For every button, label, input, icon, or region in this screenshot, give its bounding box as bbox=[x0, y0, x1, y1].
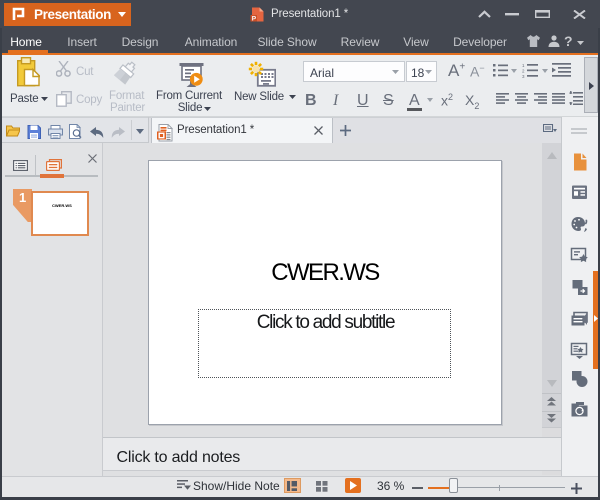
svg-text:2: 2 bbox=[522, 69, 525, 74]
svg-text:1: 1 bbox=[522, 63, 525, 68]
svg-text:P: P bbox=[252, 15, 257, 21]
svg-text:3: 3 bbox=[522, 74, 525, 78]
